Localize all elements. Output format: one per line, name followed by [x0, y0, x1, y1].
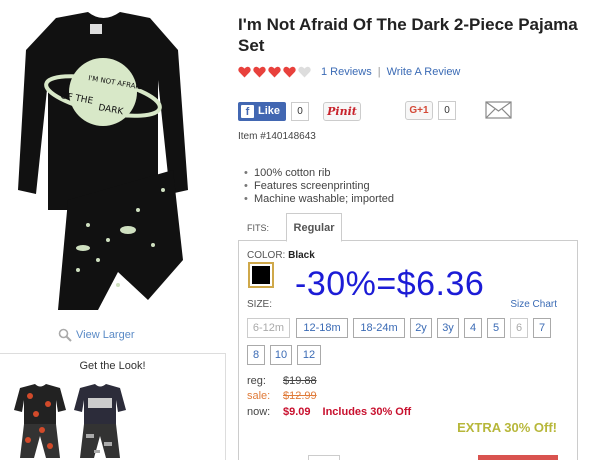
size-option-12[interactable]: 12 [297, 345, 321, 365]
size-option-6-12m[interactable]: 6-12m [247, 318, 290, 338]
swatch-fill [252, 266, 270, 284]
get-the-look-panel: Get the Look! [0, 353, 226, 460]
now-price-row: now: $9.09 Includes 30% Off [247, 406, 411, 418]
color-value: Black [288, 250, 315, 261]
color-label: COLOR: [247, 250, 286, 261]
facebook-like-count: 0 [291, 101, 310, 121]
color-swatch-black[interactable] [248, 262, 274, 288]
size-option-5[interactable]: 5 [487, 318, 505, 338]
size-option-10[interactable]: 10 [270, 345, 292, 365]
options-panel: COLOR: Black -30%=$6.36 SIZE: Size Chart… [238, 240, 578, 460]
heart-filled-icon [253, 66, 266, 78]
product-title: I'm Not Afraid Of The Dark 2-Piece Pajam… [238, 15, 578, 55]
magnifier-icon [58, 328, 72, 342]
view-larger-label: View Larger [76, 329, 135, 341]
reg-price-row: reg: $19.88 [247, 375, 317, 387]
social-buttons: f Like 0 Pinit [238, 101, 362, 121]
facebook-like-button[interactable]: f Like [238, 101, 287, 121]
tab-regular[interactable]: Regular [286, 213, 342, 242]
now-price: $9.09 [283, 406, 311, 418]
heart-filled-icon [283, 66, 296, 78]
feature-item: Features screenprinting [244, 180, 394, 193]
gplus-group: G+1 0 [405, 101, 456, 120]
add-to-bag-button[interactable] [478, 455, 558, 460]
quantity-field[interactable] [308, 455, 340, 460]
size-option-18-24m[interactable]: 18-24m [353, 318, 405, 338]
size-option-12-18m[interactable]: 12-18m [296, 318, 348, 338]
sale-price: $12.99 [283, 390, 317, 402]
promo-overlay: -30%=$6.36 [295, 265, 485, 303]
heart-filled-icon [268, 66, 281, 78]
reviews-link[interactable]: 1 Reviews [321, 66, 372, 78]
extra-discount-badge: EXTRA 30% Off! [457, 420, 557, 435]
product-image[interactable]: I'M NOT AFRAID OF THE DARK [8, 10, 198, 315]
bottom-controls [238, 455, 578, 460]
fits-tabs: FITS: Regular [238, 213, 578, 242]
rating-separator: | [377, 66, 381, 78]
get-the-look-title: Get the Look! [79, 360, 146, 372]
facebook-icon: f [241, 104, 254, 118]
write-review-link[interactable]: Write A Review [387, 66, 461, 78]
rating-row: 1 Reviews | Write A Review [238, 66, 460, 78]
sale-label: sale: [247, 390, 271, 402]
now-note: Includes 30% Off [322, 406, 412, 418]
heart-empty-icon [298, 66, 311, 78]
gplus-button[interactable]: G+1 [405, 101, 433, 120]
rating-hearts [238, 66, 313, 78]
feature-item: Machine washable; imported [244, 193, 394, 206]
pinterest-button[interactable]: Pinit [323, 101, 362, 121]
feature-list: 100% cotton rib Features screenprinting … [244, 167, 394, 206]
size-option-7[interactable]: 7 [533, 318, 551, 338]
color-label-row: COLOR: Black [247, 250, 315, 261]
now-label: now: [247, 406, 271, 418]
size-option-8[interactable]: 8 [247, 345, 265, 365]
reg-price: $19.88 [283, 375, 317, 387]
look-thumbnail-2[interactable] [70, 380, 130, 460]
gplus-count: 0 [438, 101, 456, 120]
size-option-3y[interactable]: 3y [437, 318, 459, 338]
fits-label: FITS: [247, 223, 269, 233]
reg-label: reg: [247, 375, 266, 387]
size-option-4[interactable]: 4 [464, 318, 482, 338]
size-option-2y[interactable]: 2y [410, 318, 432, 338]
heart-filled-icon [238, 66, 251, 78]
sale-price-row: sale: $12.99 [247, 390, 317, 402]
size-chart-link[interactable]: Size Chart [510, 299, 557, 310]
look-thumbnail-1[interactable] [10, 380, 70, 460]
feature-item: 100% cotton rib [244, 167, 394, 180]
facebook-like-label: Like [258, 105, 281, 117]
size-option-6[interactable]: 6 [510, 318, 528, 338]
view-larger-link[interactable]: View Larger [58, 328, 135, 342]
size-label: SIZE: [247, 299, 273, 310]
email-icon[interactable] [485, 101, 512, 119]
item-number: Item #140148643 [238, 131, 316, 142]
